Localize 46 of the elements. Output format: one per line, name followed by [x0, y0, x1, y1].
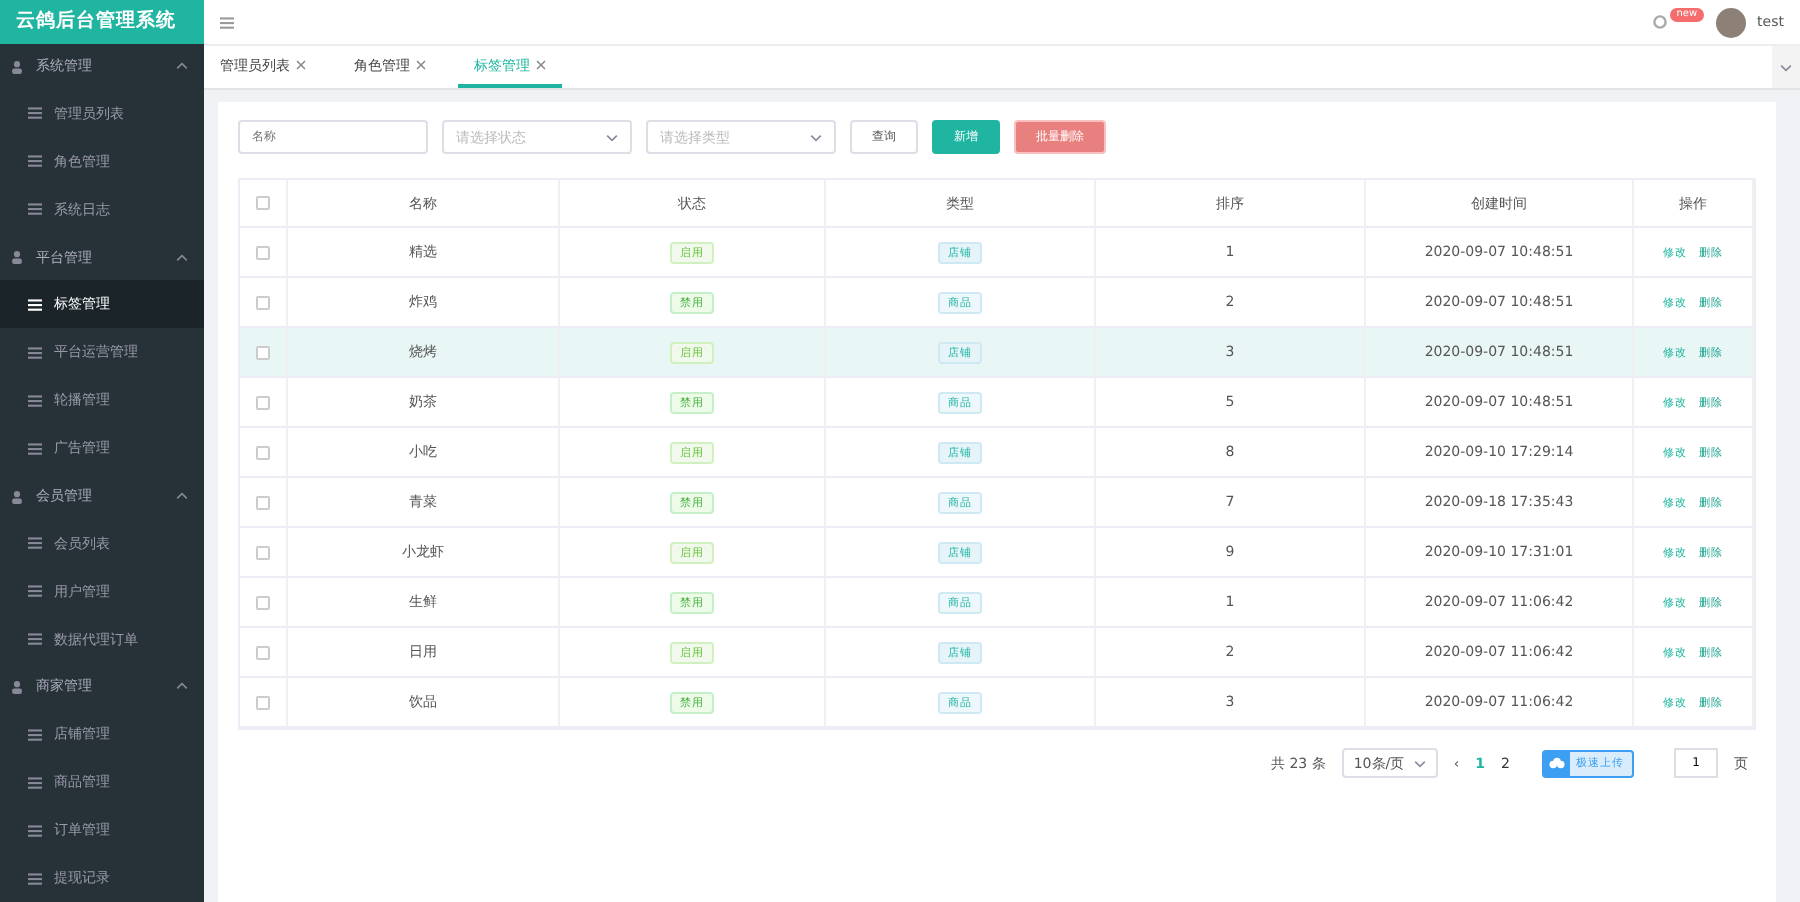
list-icon	[28, 202, 42, 217]
list-icon	[28, 393, 42, 408]
list-icon	[28, 154, 42, 169]
checkbox[interactable]	[256, 545, 270, 559]
list-icon	[28, 106, 42, 121]
checkbox[interactable]	[256, 395, 270, 409]
chevron-icon	[176, 62, 188, 71]
chevron-icon	[176, 682, 188, 691]
list-icon	[28, 345, 42, 360]
list-icon	[28, 441, 42, 456]
person-icon	[10, 59, 24, 74]
brand-title: 云鸽后台管理系统	[0, 0, 204, 44]
settings-icon[interactable]	[1652, 14, 1669, 30]
chevron-icon	[176, 253, 188, 262]
checkbox[interactable]	[256, 495, 270, 509]
checkbox[interactable]	[256, 295, 270, 309]
chevron-icon	[176, 492, 188, 500]
checkbox[interactable]	[256, 445, 270, 459]
close-icon[interactable]	[296, 60, 306, 70]
list-icon	[28, 536, 42, 551]
list-icon	[28, 584, 42, 599]
checkbox[interactable]	[256, 196, 270, 210]
person-icon	[10, 679, 24, 694]
person-icon	[10, 250, 24, 265]
checkbox[interactable]	[256, 595, 270, 609]
list-icon	[28, 727, 42, 742]
checkbox[interactable]	[256, 245, 270, 259]
close-icon[interactable]	[416, 60, 426, 70]
checkbox[interactable]	[256, 645, 270, 659]
chevron-icon	[810, 133, 822, 141]
list-icon	[220, 15, 234, 29]
avatar[interactable]	[1715, 7, 1746, 37]
list-icon	[28, 632, 42, 647]
checkbox[interactable]	[256, 345, 270, 359]
chevron-icon	[1413, 759, 1426, 767]
list-icon	[28, 297, 42, 312]
list-icon	[28, 775, 42, 790]
chevron-icon	[1780, 63, 1792, 71]
close-icon[interactable]	[536, 60, 546, 70]
list-icon	[28, 823, 42, 838]
person-icon	[10, 489, 24, 503]
checkbox[interactable]	[256, 695, 270, 709]
chevron-icon	[606, 133, 618, 141]
cloud-icon	[1548, 756, 1566, 770]
list-icon	[28, 871, 42, 886]
tabs-dropdown[interactable]	[1772, 46, 1800, 88]
